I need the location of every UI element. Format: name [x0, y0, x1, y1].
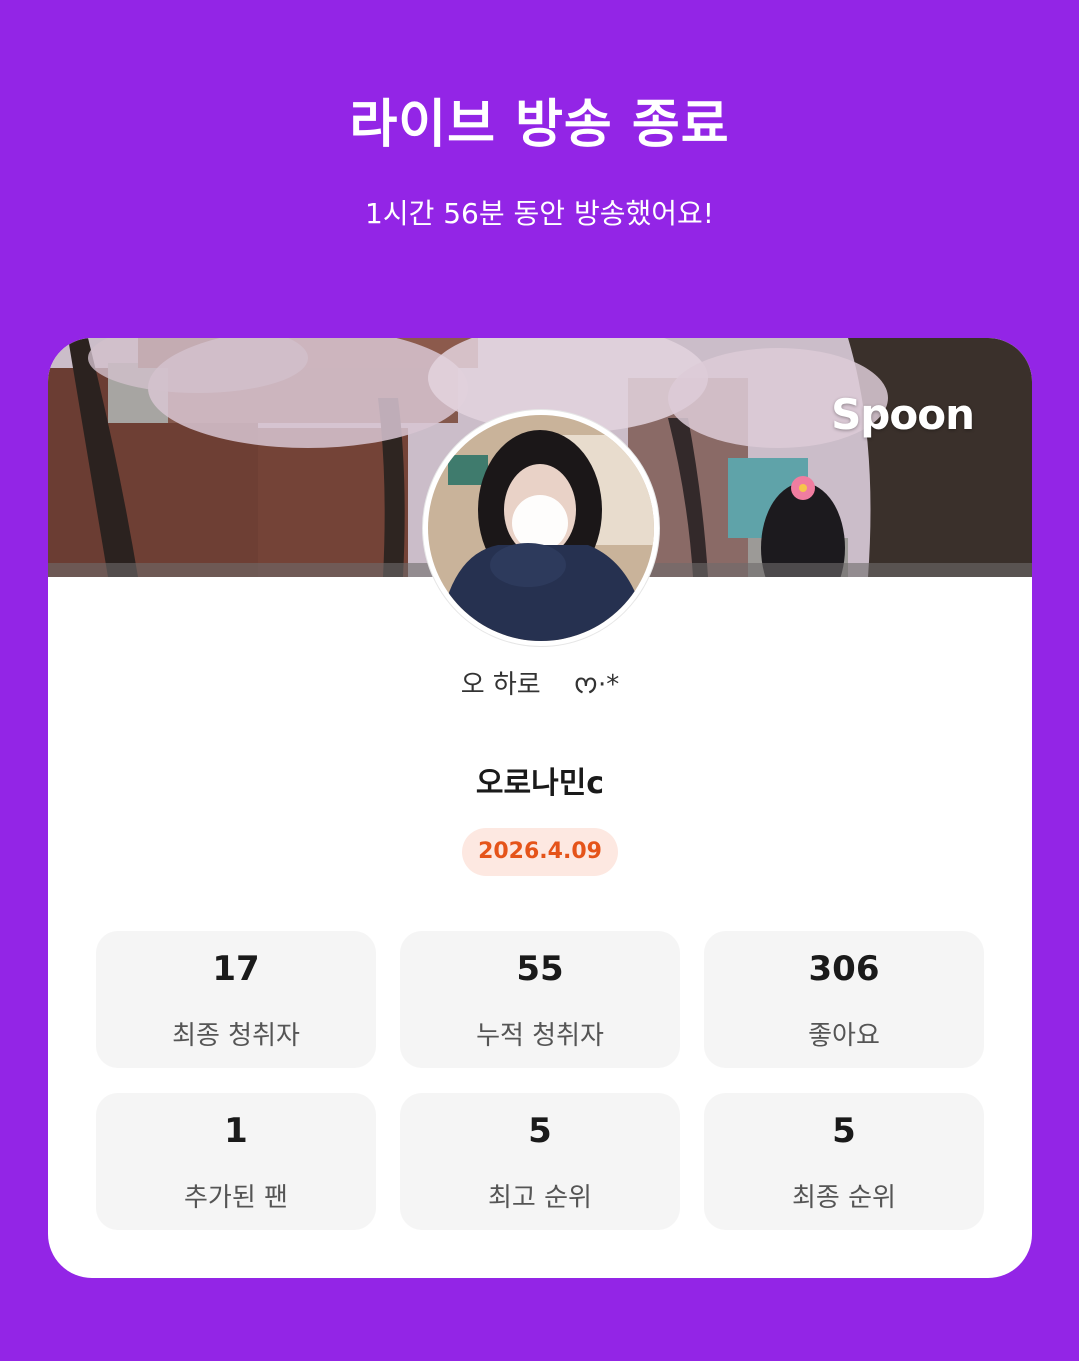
stat-best-rank: 5 최고 순위 [400, 1093, 680, 1230]
stat-final-rank: 5 최종 순위 [704, 1093, 984, 1230]
user-caption: 오 하로 ᰔ·* [460, 670, 620, 700]
stat-value: 5 [528, 1111, 552, 1151]
stat-value: 306 [808, 949, 880, 989]
stat-value: 17 [212, 949, 260, 989]
stat-label: 최종 청취자 [172, 1021, 300, 1051]
stat-label: 최종 순위 [792, 1183, 896, 1213]
spoon-logo: Spoon [831, 390, 975, 439]
stat-label: 추가된 팬 [184, 1183, 288, 1213]
stat-label: 좋아요 [808, 1021, 880, 1051]
stat-label: 누적 청취자 [476, 1021, 604, 1051]
profile-avatar[interactable] [423, 410, 659, 646]
header-title: 라이브 방송 종료 [349, 95, 730, 155]
stat-total-listeners: 55 누적 청취자 [400, 931, 680, 1068]
header-subtitle: 1시간 56분 동안 방송했어요! [365, 197, 714, 230]
date-badge: 2026.4.09 [462, 828, 618, 876]
broadcast-summary-card: Spoon 오 하로 ᰔ·* 오로나민c 2026.4.09 17 최종 청취자… [48, 338, 1032, 1278]
stat-new-fans: 1 추가된 팬 [96, 1093, 376, 1230]
stat-value: 55 [516, 949, 564, 989]
stat-label: 최고 순위 [488, 1183, 592, 1213]
stat-likes: 306 좋아요 [704, 931, 984, 1068]
stat-final-listeners: 17 최종 청취자 [96, 931, 376, 1068]
stat-value: 1 [224, 1111, 248, 1151]
stat-value: 5 [832, 1111, 856, 1151]
user-name: 오로나민c [475, 766, 605, 801]
